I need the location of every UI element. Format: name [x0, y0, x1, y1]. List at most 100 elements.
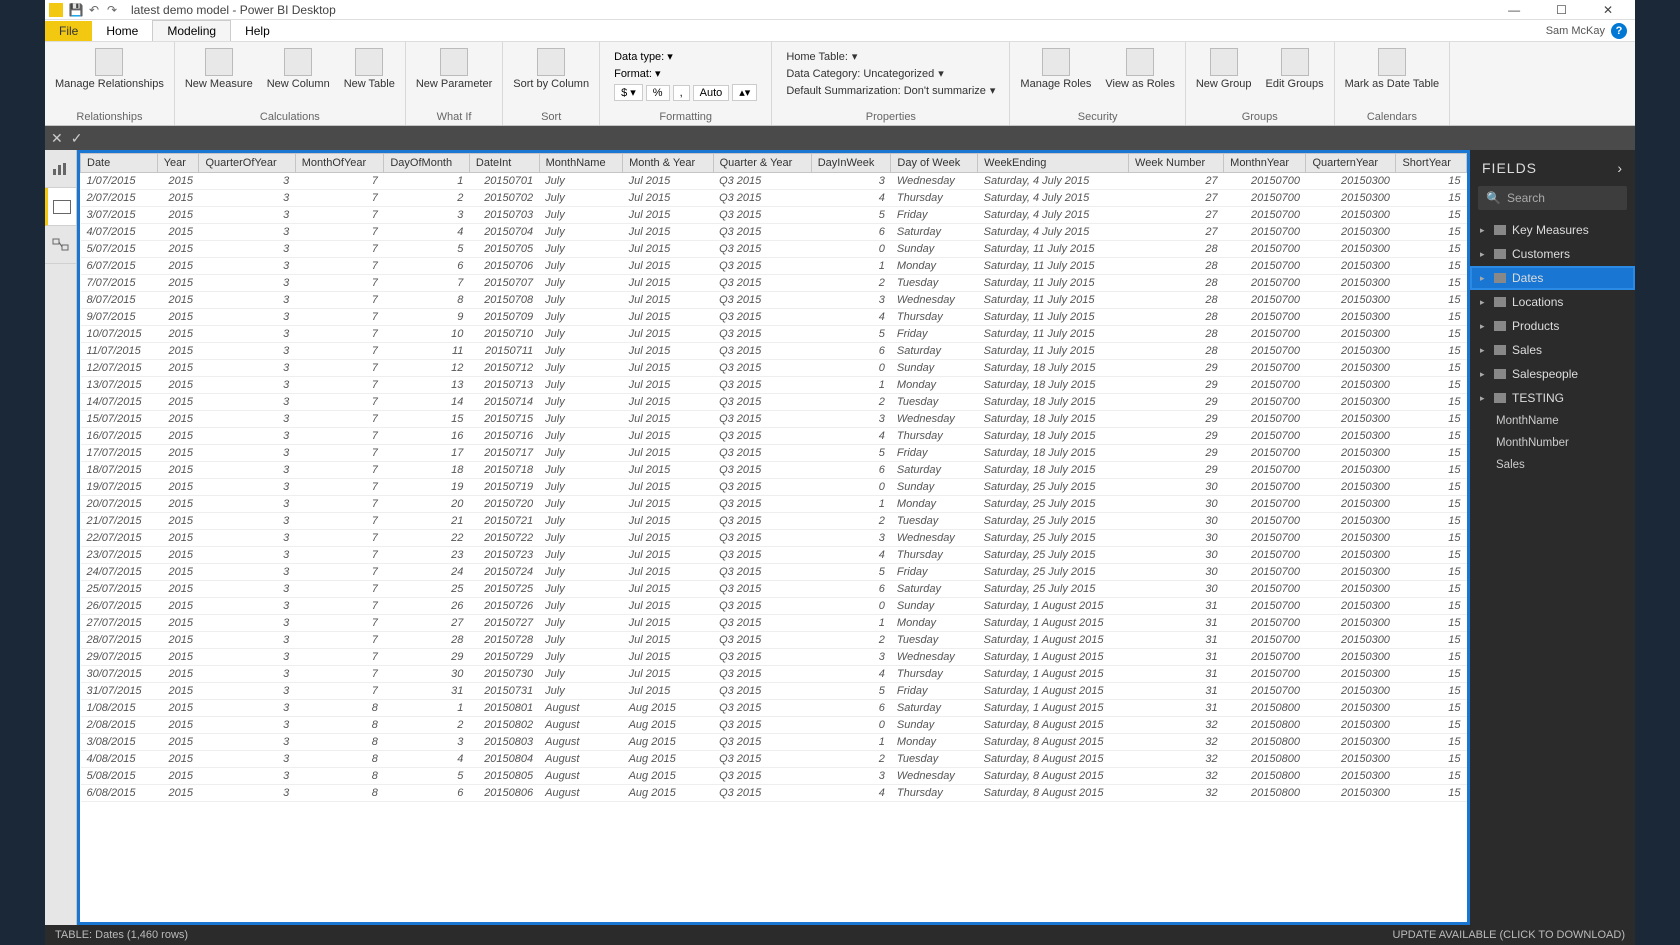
- table-cell[interactable]: Thursday: [891, 785, 978, 802]
- table-cell[interactable]: Q3 2015: [713, 734, 811, 751]
- table-cell[interactable]: July: [539, 428, 622, 445]
- table-row[interactable]: 27/07/20152015372720150727JulyJul 2015Q3…: [81, 615, 1467, 632]
- table-cell[interactable]: 2015: [157, 513, 199, 530]
- close-button[interactable]: ✕: [1595, 3, 1621, 17]
- data-category-label[interactable]: Data Category: Uncategorized: [786, 68, 934, 80]
- table-cell[interactable]: Q3 2015: [713, 292, 811, 309]
- table-cell[interactable]: 5/08/2015: [81, 768, 158, 785]
- fields-table-item[interactable]: ▸Products: [1470, 314, 1635, 338]
- table-cell[interactable]: 20150721: [469, 513, 539, 530]
- table-cell[interactable]: 20150729: [469, 649, 539, 666]
- table-cell[interactable]: 20150300: [1306, 275, 1396, 292]
- table-cell[interactable]: 3: [199, 428, 295, 445]
- comma-button[interactable]: ,: [673, 85, 690, 101]
- table-cell[interactable]: 1: [811, 258, 891, 275]
- table-cell[interactable]: 31: [1129, 700, 1224, 717]
- table-cell[interactable]: July: [539, 207, 622, 224]
- table-cell[interactable]: Jul 2015: [623, 394, 713, 411]
- table-cell[interactable]: 3: [199, 615, 295, 632]
- table-cell[interactable]: 2015: [157, 190, 199, 207]
- table-cell[interactable]: 20150700: [1224, 547, 1306, 564]
- new-table-button[interactable]: New Table: [340, 46, 399, 92]
- table-row[interactable]: 6/08/2015201538620150806AugustAug 2015Q3…: [81, 785, 1467, 802]
- table-cell[interactable]: Jul 2015: [623, 224, 713, 241]
- table-cell[interactable]: 4: [811, 190, 891, 207]
- table-cell[interactable]: 2015: [157, 343, 199, 360]
- help-tab[interactable]: Help: [231, 21, 284, 41]
- table-cell[interactable]: 20150300: [1306, 173, 1396, 190]
- table-cell[interactable]: 2015: [157, 496, 199, 513]
- table-cell[interactable]: 15: [1396, 513, 1467, 530]
- table-row[interactable]: 18/07/20152015371820150718JulyJul 2015Q3…: [81, 462, 1467, 479]
- table-cell[interactable]: 28: [1129, 309, 1224, 326]
- table-cell[interactable]: 15: [1396, 768, 1467, 785]
- table-cell[interactable]: 15: [1396, 241, 1467, 258]
- table-cell[interactable]: 20150704: [469, 224, 539, 241]
- table-cell[interactable]: 17: [384, 445, 470, 462]
- table-cell[interactable]: Tuesday: [891, 751, 978, 768]
- table-cell[interactable]: 2015: [157, 768, 199, 785]
- data-type-dropdown[interactable]: ▾: [667, 50, 673, 63]
- modeling-tab[interactable]: Modeling: [152, 20, 231, 41]
- table-cell[interactable]: 3: [199, 224, 295, 241]
- table-cell[interactable]: July: [539, 462, 622, 479]
- table-cell[interactable]: 20150800: [1224, 700, 1306, 717]
- table-cell[interactable]: 1: [384, 173, 470, 190]
- table-cell[interactable]: 2015: [157, 683, 199, 700]
- table-cell[interactable]: 20150700: [1224, 377, 1306, 394]
- table-cell[interactable]: 2015: [157, 411, 199, 428]
- table-cell[interactable]: Q3 2015: [713, 683, 811, 700]
- table-cell[interactable]: Q3 2015: [713, 581, 811, 598]
- table-cell[interactable]: 15: [1396, 547, 1467, 564]
- table-cell[interactable]: 20150714: [469, 394, 539, 411]
- table-cell[interactable]: 15: [1396, 632, 1467, 649]
- table-cell[interactable]: Saturday, 1 August 2015: [978, 666, 1129, 683]
- table-cell[interactable]: 3: [199, 377, 295, 394]
- table-cell[interactable]: 27: [1129, 224, 1224, 241]
- table-cell[interactable]: 27: [1129, 207, 1224, 224]
- table-cell[interactable]: Q3 2015: [713, 513, 811, 530]
- table-cell[interactable]: 21/07/2015: [81, 513, 158, 530]
- table-cell[interactable]: 10/07/2015: [81, 326, 158, 343]
- table-cell[interactable]: 7: [295, 411, 384, 428]
- table-cell[interactable]: 15: [1396, 360, 1467, 377]
- table-cell[interactable]: 3: [811, 173, 891, 190]
- table-cell[interactable]: 20150700: [1224, 343, 1306, 360]
- table-cell[interactable]: 15: [1396, 343, 1467, 360]
- column-header[interactable]: Date: [81, 154, 158, 173]
- table-cell[interactable]: 28/07/2015: [81, 632, 158, 649]
- table-cell[interactable]: 32: [1129, 734, 1224, 751]
- table-cell[interactable]: 31: [384, 683, 470, 700]
- table-cell[interactable]: Q3 2015: [713, 615, 811, 632]
- table-row[interactable]: 28/07/20152015372820150728JulyJul 2015Q3…: [81, 632, 1467, 649]
- table-cell[interactable]: 3: [199, 666, 295, 683]
- table-cell[interactable]: Saturday, 11 July 2015: [978, 275, 1129, 292]
- table-cell[interactable]: 3: [199, 496, 295, 513]
- table-cell[interactable]: July: [539, 377, 622, 394]
- table-cell[interactable]: 4: [811, 666, 891, 683]
- currency-button[interactable]: $ ▾: [614, 84, 643, 101]
- table-row[interactable]: 19/07/20152015371920150719JulyJul 2015Q3…: [81, 479, 1467, 496]
- table-cell[interactable]: 2015: [157, 207, 199, 224]
- table-cell[interactable]: 21: [384, 513, 470, 530]
- table-cell[interactable]: 20150727: [469, 615, 539, 632]
- table-cell[interactable]: 15: [1396, 496, 1467, 513]
- table-cell[interactable]: 20150700: [1224, 241, 1306, 258]
- table-cell[interactable]: 3: [199, 207, 295, 224]
- table-cell[interactable]: Monday: [891, 734, 978, 751]
- formula-cancel-icon[interactable]: ✕: [51, 130, 63, 147]
- table-cell[interactable]: 0: [811, 241, 891, 258]
- table-cell[interactable]: Aug 2015: [623, 734, 713, 751]
- table-cell[interactable]: Wednesday: [891, 649, 978, 666]
- table-cell[interactable]: 15: [1396, 411, 1467, 428]
- table-cell[interactable]: Thursday: [891, 309, 978, 326]
- table-cell[interactable]: Jul 2015: [623, 258, 713, 275]
- table-cell[interactable]: Saturday: [891, 462, 978, 479]
- table-cell[interactable]: 20150300: [1306, 377, 1396, 394]
- table-cell[interactable]: 20150300: [1306, 292, 1396, 309]
- table-cell[interactable]: 20150711: [469, 343, 539, 360]
- table-cell[interactable]: 6/08/2015: [81, 785, 158, 802]
- fields-table-item[interactable]: ▸Salespeople: [1470, 362, 1635, 386]
- table-cell[interactable]: 15: [1396, 564, 1467, 581]
- table-row[interactable]: 24/07/20152015372420150724JulyJul 2015Q3…: [81, 564, 1467, 581]
